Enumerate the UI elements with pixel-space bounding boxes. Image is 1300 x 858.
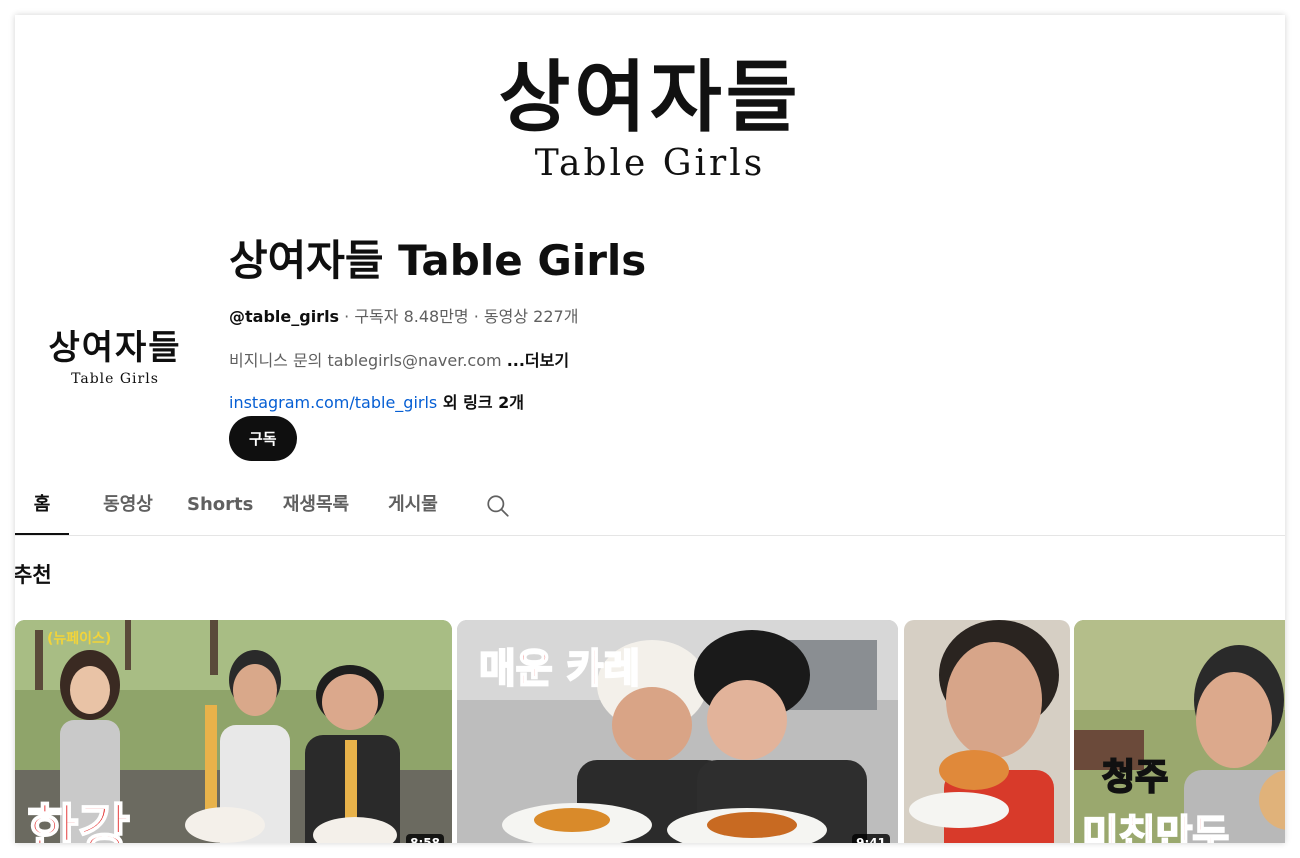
instagram-link[interactable]: instagram.com/table_girls <box>229 393 437 412</box>
channel-links: instagram.com/table_girls 외 링크 2개 <box>229 389 1229 413</box>
channel-stats: · 구독자 8.48만명 · 동영상 227개 <box>339 307 579 326</box>
thumbnail-image <box>904 620 1070 843</box>
avatar-title-english: Table Girls <box>71 371 159 387</box>
tab-shorts[interactable]: Shorts <box>187 485 253 533</box>
video-thumbnail[interactable]: 청주 미친만두 <box>1074 620 1285 843</box>
avatar-title-korean: 상여자들 <box>48 328 182 368</box>
tab-posts[interactable]: 게시물 <box>383 485 443 533</box>
more-link[interactable]: ...더보기 <box>507 351 569 370</box>
channel-name: 상여자들 Table Girls <box>229 236 647 285</box>
thumbnail-caption: 청주 <box>1101 756 1169 799</box>
more-links[interactable]: 외 링크 2개 <box>437 393 524 412</box>
tab-videos[interactable]: 동영상 <box>98 485 158 533</box>
video-thumbnail[interactable]: (뉴페이스) 한강 8:58 <box>15 620 452 843</box>
subscribe-button[interactable]: 구독 <box>229 416 297 461</box>
tab-playlists[interactable]: 재생목록 <box>277 485 355 533</box>
video-duration: 9:41 <box>852 834 890 843</box>
video-thumbnail[interactable]: 매운 카레 9:41 <box>457 620 898 843</box>
channel-description[interactable]: 비지니스 문의 tablegirls@naver.com ...더보기 <box>229 347 1229 371</box>
thumbnail-caption: 매운 카레 <box>478 645 641 693</box>
avatar[interactable]: 상여자들 Table Girls <box>25 300 205 410</box>
banner-title-korean: 상여자들 <box>498 52 802 143</box>
banner-title-english: Table Girls <box>534 143 766 184</box>
video-duration: 8:58 <box>406 834 444 843</box>
thumbnail-caption: 한강 <box>26 798 131 843</box>
thumbnail-caption: (뉴페이스) <box>47 631 112 647</box>
tab-home[interactable]: 홈 <box>15 485 69 535</box>
short-thumbnail[interactable] <box>904 620 1070 843</box>
section-title: 추천 <box>15 563 52 587</box>
channel-page: 상여자들 Table Girls 상여자들 Table Girls 상여자들 T… <box>15 15 1285 843</box>
channel-banner: 상여자들 Table Girls <box>15 15 1285 215</box>
channel-handle: @table_girls <box>229 307 340 326</box>
channel-tabs: 홈 동영상 Shorts 재생목록 게시물 <box>15 485 1285 536</box>
search-icon[interactable] <box>485 493 511 519</box>
channel-meta: @table_girls · 구독자 8.48만명 · 동영상 227개 <box>229 303 1229 327</box>
description-text: 비지니스 문의 tablegirls@naver.com <box>229 351 507 370</box>
channel-info: 상여자들 Table Girls @table_girls · 구독자 8.48… <box>229 233 1229 413</box>
thumbnail-caption: 미친만두 <box>1081 811 1230 843</box>
